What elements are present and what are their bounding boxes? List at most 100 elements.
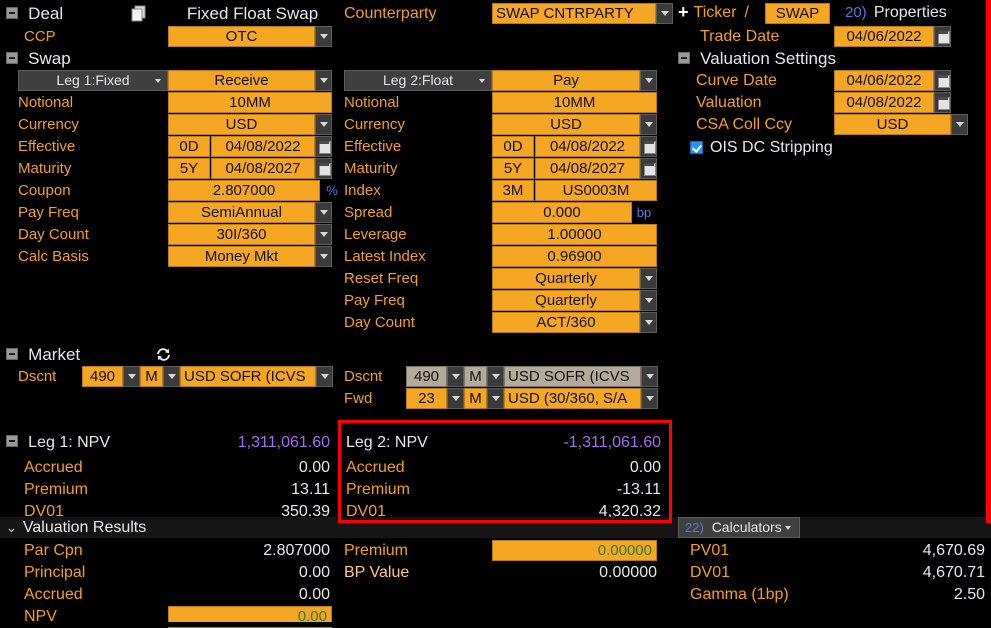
leg2-direction-input[interactable]: Pay [492,70,640,91]
market-fwd-num-dropdown-icon[interactable] [447,388,464,409]
leg1-pay-freq-dropdown-icon[interactable] [315,202,332,223]
counterparty-dropdown-icon[interactable] [656,3,673,24]
market-leg2-dscnt-curve[interactable]: USD SOFR (ICVS [504,366,641,387]
ccp-input[interactable]: OTC [168,26,315,47]
leg1-calc-basis-input[interactable]: Money Mkt [168,246,315,267]
calendar-icon[interactable] [640,136,657,157]
market-leg1-curve-dropdown-icon[interactable] [316,366,333,387]
curve-date-input[interactable]: 04/06/2022 [834,70,934,91]
leg2-notional-input[interactable]: 10MM [492,92,657,113]
refresh-icon[interactable] [155,346,172,363]
leg2-direction-dropdown-icon[interactable] [640,70,657,91]
market-leg2-fwd-unit[interactable]: M [464,388,487,409]
collapse-icon[interactable] [6,7,18,19]
valuation-results-label: Valuation Results [22,518,147,536]
market-leg2-fwd-curve[interactable]: USD (30/360, S/A [504,388,641,409]
leg2-spread-input[interactable]: 0.000 [492,202,632,223]
collapse-icon[interactable] [6,435,18,447]
market-leg1-unit[interactable]: M [140,366,163,387]
market-leg1-curve[interactable]: USD SOFR (ICVS [180,366,316,387]
leg1-day-count-input[interactable]: 30I/360 [168,224,315,245]
ois-dc-stripping-checkbox-row[interactable]: OIS DC Stripping [690,137,833,158]
leg2-maturity-date[interactable]: 04/08/2027 [535,158,640,179]
bottom-edge [0,622,991,627]
market-leg1-unit-dropdown-icon[interactable] [163,366,180,387]
trade-date-input[interactable]: 04/06/2022 [834,26,934,47]
bp-suffix: bp [634,202,654,223]
valuation-date-input[interactable]: 04/08/2022 [834,92,934,113]
leg1-effective-date[interactable]: 04/08/2022 [211,136,315,157]
leg1-coupon-input[interactable]: 2.807000 [168,180,320,201]
leg1-calc-basis-dropdown-icon[interactable] [315,246,332,267]
leg2-currency-label: Currency [344,116,405,133]
collapse-icon[interactable] [6,52,18,64]
market-leg1-num-dropdown-icon[interactable] [123,366,140,387]
ccp-dropdown-icon[interactable] [315,26,332,47]
market-section-toggle[interactable]: Market [6,344,80,365]
leg2-currency-input[interactable]: USD [492,114,640,135]
leg1-currency-input[interactable]: USD [168,114,315,135]
ticker-value[interactable]: SWAP [765,3,830,24]
leg1-results-toggle[interactable]: Leg 1: NPV [6,432,110,453]
deal-section-toggle[interactable]: Deal [6,3,63,24]
leg2-premium-value: -13.11 [616,481,661,498]
leg1-effective-tenor[interactable]: 0D [168,136,210,157]
leg2-latest-index-input[interactable]: 0.96900 [492,246,657,267]
leg1-maturity-tenor[interactable]: 5Y [168,158,210,179]
swap-section-toggle[interactable]: Swap [6,48,71,69]
leg2-effective-date[interactable]: 04/08/2022 [535,136,640,157]
chevron-down-icon[interactable]: ⌄ [6,521,17,534]
leg2-reset-freq-dropdown-icon[interactable] [640,268,657,289]
leg2-index-input[interactable]: US0003M [535,180,657,201]
copy-icon[interactable] [130,5,148,23]
checkbox-icon[interactable] [690,141,703,154]
market-fwd-unit-dropdown-icon[interactable] [487,388,504,409]
leg1-direction-dropdown-icon[interactable] [315,70,332,91]
calendar-icon[interactable] [315,136,332,157]
leg1-direction-input[interactable]: Receive [168,70,315,91]
calendar-icon[interactable] [934,92,951,113]
leg1-pay-freq-input[interactable]: SemiAnnual [168,202,315,223]
leg1-selector[interactable]: Leg 1:Fixed [18,70,168,91]
counterparty-input[interactable]: SWAP CNTRPARTY [492,3,656,24]
leg2-index-tenor[interactable]: 3M [492,180,534,201]
leg1-maturity-date[interactable]: 04/08/2027 [211,158,315,179]
market-leg2-curve-dropdown-icon[interactable] [641,366,658,387]
leg2-maturity-tenor[interactable]: 5Y [492,158,534,179]
properties-label: Properties [873,4,947,21]
calculators-selector[interactable]: 22) Calculators [678,517,800,538]
premium-output-field[interactable]: 0.00000 [492,540,657,561]
market-fwd-curve-dropdown-icon[interactable] [641,388,658,409]
market-leg2-dscnt-unit[interactable]: M [464,366,487,387]
calendar-icon[interactable] [640,158,657,179]
leg1-notional-input[interactable]: 10MM [168,92,332,113]
valuation-settings-toggle[interactable]: Valuation Settings [678,48,836,69]
leg2-reset-freq-input[interactable]: Quarterly [492,268,640,289]
csa-coll-ccy-dropdown-icon[interactable] [951,114,968,135]
leg2-currency-dropdown-icon[interactable] [640,114,657,135]
leg1-currency-dropdown-icon[interactable] [315,114,332,135]
leg2-day-count-dropdown-icon[interactable] [640,312,657,333]
market-leg2-fwd-num[interactable]: 23 [406,388,447,409]
add-ticker-icon[interactable]: + [678,2,689,23]
calendar-icon[interactable] [315,158,332,179]
collapse-icon[interactable] [678,52,690,64]
market-leg1-dscnt-num[interactable]: 490 [82,366,123,387]
calendar-icon[interactable] [934,70,951,91]
leg1-day-count-dropdown-icon[interactable] [315,224,332,245]
leg2-effective-tenor[interactable]: 0D [492,136,534,157]
leg2-pay-freq-dropdown-icon[interactable] [640,290,657,311]
properties-link[interactable]: 20) Properties [845,2,947,23]
market-leg2-unit-dropdown-icon[interactable] [487,366,504,387]
leg2-leverage-input[interactable]: 1.00000 [492,224,657,245]
market-leg2-num-dropdown-icon[interactable] [447,366,464,387]
leg2-day-count-input[interactable]: ACT/360 [492,312,640,333]
leg2-selector[interactable]: Leg 2:Float [344,70,492,91]
market-leg2-dscnt-num[interactable]: 490 [406,366,447,387]
leg2-pay-freq-input[interactable]: Quarterly [492,290,640,311]
collapse-icon[interactable] [6,348,18,360]
calendar-icon[interactable] [934,26,951,47]
csa-coll-ccy-input[interactable]: USD [834,114,951,135]
leg2-maturity-label: Maturity [344,160,398,177]
valuation-results-header[interactable]: ⌄ Valuation Results [0,517,991,538]
